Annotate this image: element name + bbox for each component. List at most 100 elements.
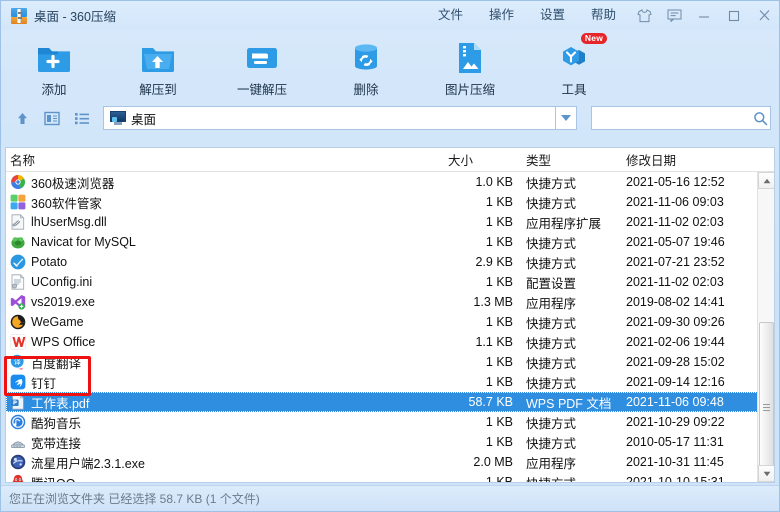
delete-button[interactable]: 删除 [327,34,405,98]
image-compress-button[interactable]: 图片压缩 [431,34,509,98]
file-name-cell[interactable]: UConfig.ini [6,274,442,290]
tools-button[interactable]: New 工具 [535,33,613,98]
file-name-cell[interactable]: 360软件管家 [6,193,442,212]
column-header-date[interactable]: 修改日期 [622,150,762,169]
file-name-cell[interactable]: 腾讯QQ [6,473,442,482]
column-header-type[interactable]: 类型 [522,150,622,169]
file-date-cell: 2021-10-29 09:22 [626,415,725,429]
image-compress-label: 图片压缩 [444,83,495,97]
file-size-cell: 1 KB [485,275,513,289]
file-date-cell: 2021-09-14 12:16 [626,375,725,389]
file-name-cell[interactable]: lhUserMsg.dll [6,214,442,230]
main-toolbar: 添加 解压到 一键解压 删除 图片压缩 New 工具 [1,30,779,101]
table-row[interactable]: lhUserMsg.dll 1 KB 应用程序扩展 2021-11-02 02:03 [6,212,774,232]
file-name-cell[interactable]: 钉钉 [6,373,442,392]
search-icon[interactable] [753,111,768,126]
vertical-scrollbar[interactable] [757,172,774,482]
table-row[interactable]: 钉钉 1 KB 快捷方式 2021-09-14 12:16 [6,372,774,392]
new-badge: New [580,33,607,44]
menu-help[interactable]: 帮助 [578,1,629,30]
search-input[interactable] [598,111,753,125]
menu-settings[interactable]: 设置 [527,1,578,30]
column-header-size[interactable]: 大小 [442,150,522,169]
file-name-cell[interactable]: 流星用户端2.3.1.exe [6,453,442,472]
extract-to-button[interactable]: 解压到 [119,34,197,98]
skin-icon[interactable] [629,1,659,30]
one-click-extract-button[interactable]: 一键解压 [223,34,301,98]
file-date-cell: 2021-05-07 19:46 [626,235,725,249]
file-name-cell[interactable]: 酷狗音乐 [6,413,442,432]
address-box[interactable]: 桌面 [103,106,555,130]
scrollbar-thumb[interactable] [759,322,774,482]
file-name-cell[interactable]: Potato [6,254,442,270]
minimize-button[interactable] [689,1,719,30]
search-box[interactable] [591,106,771,130]
delete-label: 删除 [353,83,379,97]
file-name-cell[interactable]: 宽带连接 [6,433,442,452]
maximize-button[interactable] [719,1,749,30]
file-type-cell: 快捷方式 [526,196,577,211]
scroll-up-button[interactable] [758,172,774,189]
recycle-bin-icon [346,38,386,78]
feedback-icon[interactable] [659,1,689,30]
file-size-cell: 58.7 KB [468,395,513,409]
scroll-down-button[interactable] [758,465,774,482]
file-name-cell[interactable]: vs2019.exe [6,294,442,310]
file-name-cell[interactable]: Navicat for MySQL [6,234,442,250]
table-row[interactable]: 360软件管家 1 KB 快捷方式 2021-11-06 09:03 [6,192,774,212]
file-date-cell: 2021-02-06 19:44 [626,335,725,349]
file-size-cell: 2.0 MB [473,455,513,469]
file-size-cell: 1 KB [485,355,513,369]
file-size-cell: 1 KB [485,475,513,482]
table-row[interactable]: P 工作表.pdf 58.7 KB WPS PDF 文档 2021-11-06 09:4… [6,392,774,412]
table-row[interactable]: UConfig.ini 1 KB 配置设置 2021-11-02 02:03 [6,272,774,292]
list-view-icon[interactable] [71,107,93,129]
menu-file[interactable]: 文件 [425,1,476,30]
table-row[interactable]: 腾讯QQ 1 KB 快捷方式 2021-10-10 15:31 [6,472,774,482]
table-row[interactable]: vs2019.exe 1.3 MB 应用程序 2019-08-02 14:41 [6,292,774,312]
address-dropdown-button[interactable] [555,106,577,130]
file-name-cell[interactable]: 360极速浏览器 [6,173,442,192]
file-size-cell: 1.1 KB [475,335,513,349]
file-name-text: Potato [31,255,68,269]
table-row[interactable]: Potato 2.9 KB 快捷方式 2021-07-21 23:52 [6,252,774,272]
menu-operation[interactable]: 操作 [476,1,527,30]
file-name-cell[interactable]: WPS Office [6,334,442,350]
chevron-down-icon [561,115,571,121]
address-bar[interactable]: 桌面 [103,106,577,130]
table-row[interactable]: 360极速浏览器 1.0 KB 快捷方式 2021-05-16 12:52 [6,172,774,192]
file-name-text: Navicat for MySQL [31,235,136,249]
close-button[interactable] [749,1,779,30]
file-date-cell: 2021-11-02 02:03 [626,215,724,229]
folder-up-icon [138,38,178,78]
add-button[interactable]: 添加 [15,34,93,98]
360-manager-icon [10,194,26,210]
table-row[interactable]: WeGame 1 KB 快捷方式 2021-09-30 09:26 [6,312,774,332]
file-date-cell: 2021-09-30 09:26 [626,315,725,329]
arrow-up-icon[interactable] [11,107,33,129]
file-size-cell: 1 KB [485,315,513,329]
table-row[interactable]: WPS Office 1.1 KB 快捷方式 2021-02-06 19:44 [6,332,774,352]
file-size-cell: 1 KB [485,375,513,389]
view-pane-icon[interactable] [41,107,63,129]
wegame-icon [10,314,26,330]
column-header-name[interactable]: 名称 [6,150,442,169]
file-date-cell: 2010-05-17 11:31 [626,435,724,449]
file-list-body: 360极速浏览器 1.0 KB 快捷方式 2021-05-16 12:52 360软件管… [6,172,774,482]
table-row[interactable]: Navicat for MySQL 1 KB 快捷方式 2021-05-07 19:4… [6,232,774,252]
navigation-bar: 桌面 [1,101,779,135]
file-date-cell: 2021-11-06 09:48 [626,395,724,409]
file-name-text: 工作表.pdf [31,396,90,411]
file-size-cell: 2.9 KB [475,255,513,269]
potato-icon [10,254,26,270]
dll-file-icon [10,214,26,230]
table-row[interactable]: 译 百度翻译 1 KB 快捷方式 2021-09-28 15:02 [6,352,774,372]
table-row[interactable]: 流星用户端2.3.1.exe 2.0 MB 应用程序 2021-10-31 11:45 [6,452,774,472]
file-name-cell[interactable]: P 工作表.pdf [6,393,442,412]
svg-text:P: P [13,401,17,407]
file-rows: 360极速浏览器 1.0 KB 快捷方式 2021-05-16 12:52 360软件管… [6,172,774,482]
file-name-cell[interactable]: 译 百度翻译 [6,353,442,372]
table-row[interactable]: 酷狗音乐 1 KB 快捷方式 2021-10-29 09:22 [6,412,774,432]
file-name-cell[interactable]: WeGame [6,314,442,330]
table-row[interactable]: 宽带连接 1 KB 快捷方式 2010-05-17 11:31 [6,432,774,452]
